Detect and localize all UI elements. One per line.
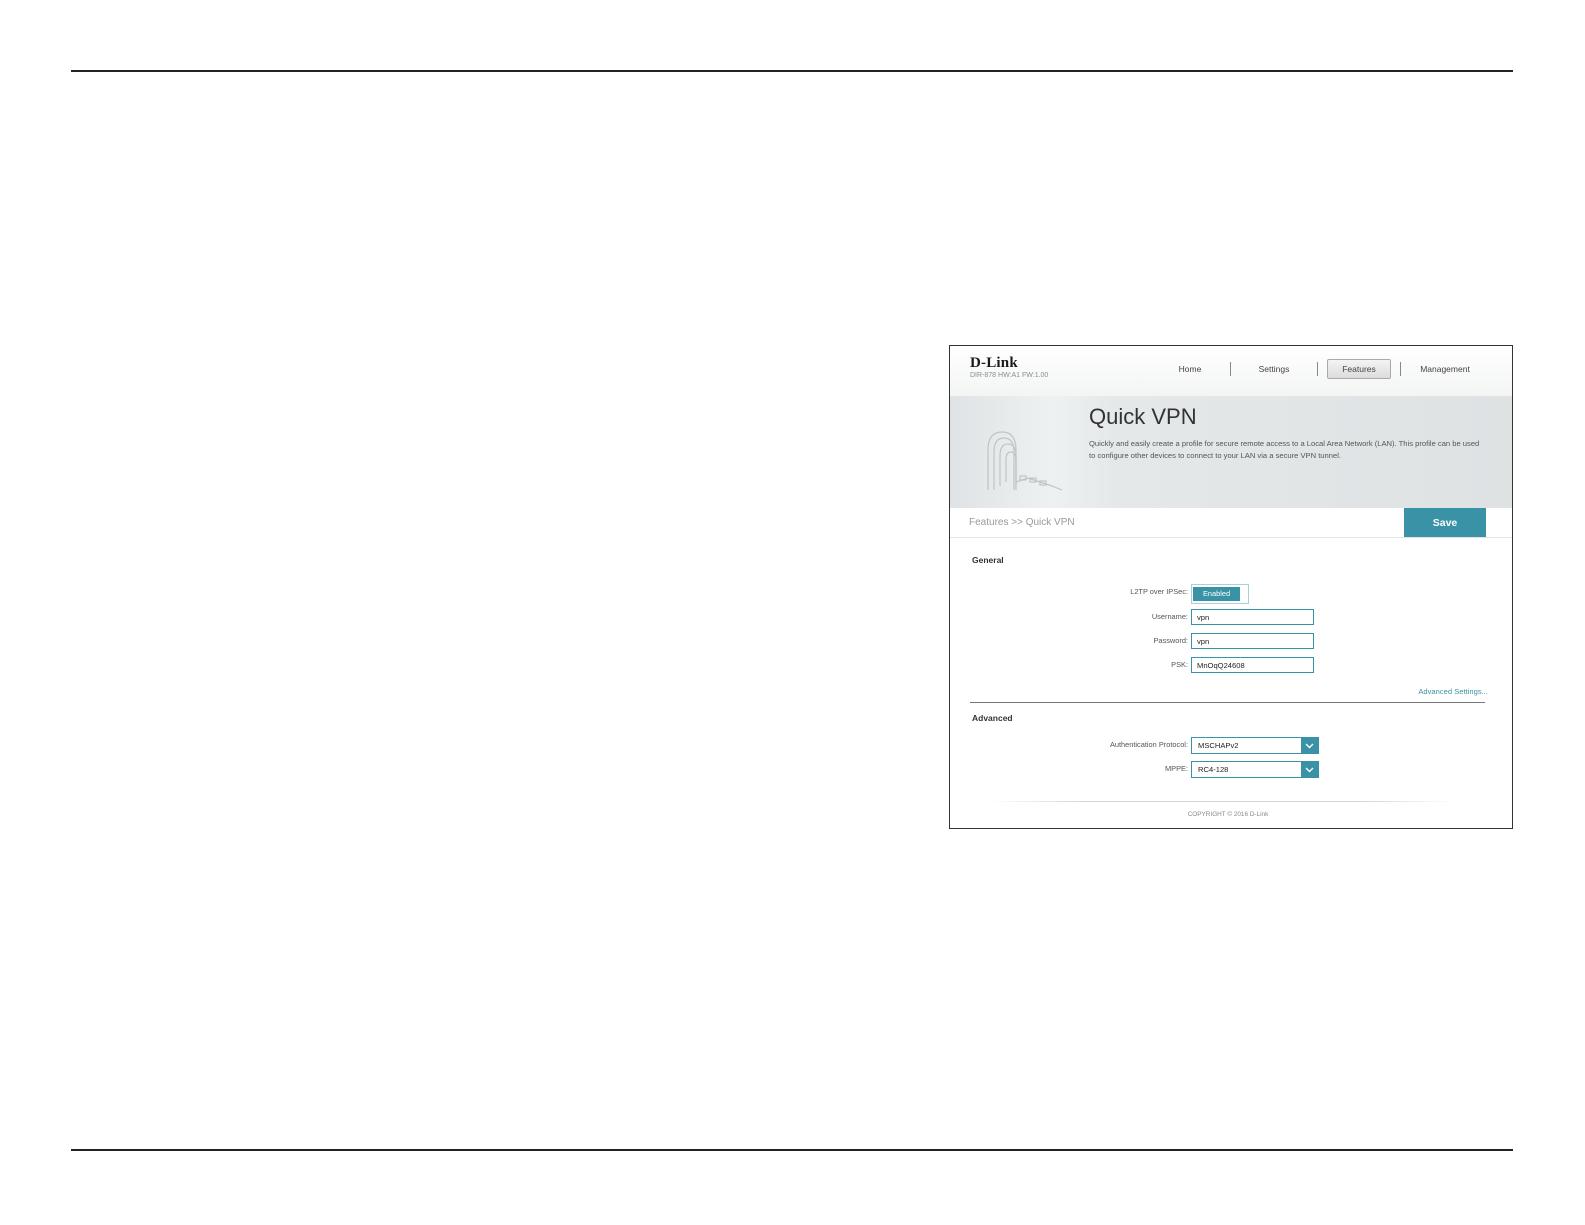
nav-settings[interactable]: Settings [1231, 359, 1317, 379]
general-section-title: General [972, 555, 1004, 565]
mppe-label: MPPE: [1165, 764, 1188, 773]
username-label: Username: [1151, 612, 1188, 621]
auth-protocol-label: Authentication Protocol: [1109, 740, 1188, 749]
copyright: COPYRIGHT © 2016 D-Link [1187, 811, 1269, 818]
chevron-down-icon [1301, 762, 1318, 777]
advanced-section-title: Advanced [972, 713, 1013, 723]
password-field[interactable] [1191, 633, 1314, 649]
page-title: Quick VPN [1089, 404, 1197, 429]
auth-protocol-value: MSCHAPv2 [1198, 741, 1239, 750]
nav-features[interactable]: Features [1327, 359, 1391, 379]
mppe-select[interactable]: RC4-128 [1191, 761, 1319, 778]
l2tp-label: L2TP over IPSec: [1130, 587, 1188, 596]
advanced-settings-link[interactable]: Advanced Settings... [1418, 687, 1488, 696]
main-nav: Home Settings Features Management [1150, 359, 1489, 379]
save-button[interactable]: Save [1404, 508, 1486, 537]
dlink-logo: D-Link [970, 355, 1018, 371]
username-field[interactable] [1191, 609, 1314, 625]
password-label: Password: [1153, 636, 1188, 645]
bottom-rule [71, 1149, 1513, 1151]
nav-home[interactable]: Home [1150, 359, 1230, 379]
page-description: Quickly and easily create a profile for … [1089, 439, 1480, 460]
mppe-value: RC4-128 [1198, 765, 1229, 774]
page-banner: Quick VPN Quickly and easily create a pr… [950, 396, 1512, 509]
model-info: DIR-878 HW:A1 FW:1.00 [970, 372, 1049, 379]
chevron-down-icon [1301, 738, 1318, 753]
footer-line [990, 801, 1455, 802]
psk-field[interactable] [1191, 657, 1314, 673]
vpn-tunnel-icon [987, 431, 1063, 491]
breadcrumb: Features >> Quick VPN [969, 517, 1075, 528]
section-divider [970, 702, 1485, 703]
nav-management[interactable]: Management [1401, 359, 1489, 379]
psk-label: PSK: [1171, 660, 1188, 669]
breadcrumb-bar: Features >> Quick VPN Save [950, 508, 1512, 538]
toggle-enabled-state: Enabled [1193, 587, 1240, 601]
l2tp-toggle[interactable]: Enabled [1191, 584, 1249, 604]
nav-separator [1317, 362, 1318, 376]
top-rule [71, 70, 1513, 72]
top-header: D-Link DIR-878 HW:A1 FW:1.00 Home Settin… [950, 346, 1512, 397]
auth-protocol-select[interactable]: MSCHAPv2 [1191, 737, 1319, 754]
router-ui-screenshot: D-Link DIR-878 HW:A1 FW:1.00 Home Settin… [949, 345, 1513, 829]
